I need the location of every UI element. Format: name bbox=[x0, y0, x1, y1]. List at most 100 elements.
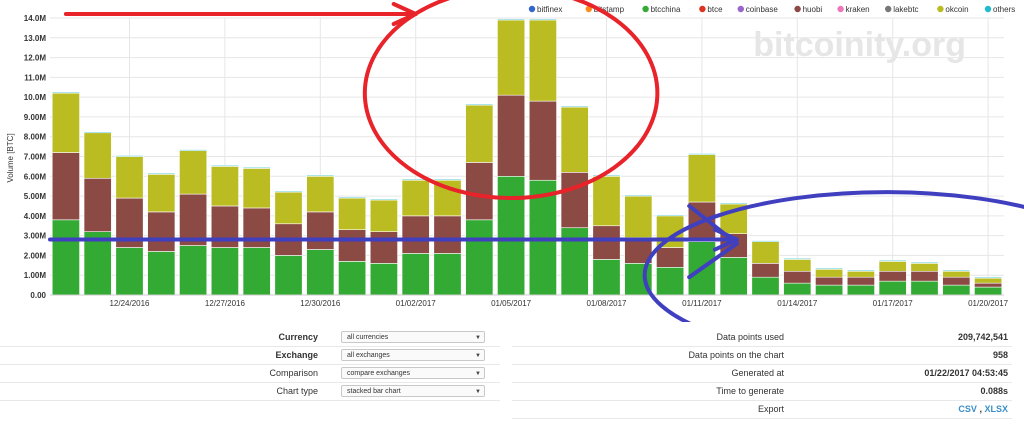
chevron-down-icon: ▼ bbox=[475, 335, 481, 341]
x-tick-label: 01/17/2017 bbox=[873, 299, 914, 308]
bar-segment-others bbox=[210, 165, 239, 167]
bar-segment-okcoin bbox=[910, 263, 939, 272]
chart-type-select-value: stacked bar chart bbox=[347, 388, 401, 395]
chart-type-select[interactable]: stacked bar chart ▼ bbox=[341, 385, 485, 397]
x-tick-label: 12/24/2016 bbox=[109, 299, 150, 308]
chevron-down-icon: ▼ bbox=[475, 353, 481, 359]
bar-segment-huobi bbox=[51, 152, 80, 221]
bar-segment-btcchina bbox=[497, 175, 526, 296]
exchange-label: Exchange bbox=[275, 350, 318, 360]
bar-segment-btcchina bbox=[942, 284, 971, 296]
legend-dot bbox=[737, 5, 744, 13]
bar-segment-huobi bbox=[974, 282, 1003, 288]
bar-segment-btcchina bbox=[147, 251, 176, 296]
export-xlsx-link[interactable]: XLSX bbox=[984, 404, 1008, 414]
bar-segment-others bbox=[656, 214, 685, 217]
info-generated-at: Generated at 01/22/2017 04:53:45 bbox=[512, 365, 1012, 383]
bar-segment-okcoin bbox=[115, 156, 144, 199]
bar-segment-btcchina bbox=[51, 219, 80, 296]
legend-label: lakebtc bbox=[893, 5, 918, 14]
bar-segment-okcoin bbox=[401, 179, 430, 217]
x-tick-label: 01/11/2017 bbox=[682, 299, 722, 308]
data-points-used-value: 209,742,541 bbox=[957, 332, 1008, 342]
bar-segment-others bbox=[51, 91, 80, 94]
info-time-to-generate: Time to generate 0.088s bbox=[512, 383, 1012, 401]
bar-segment-others bbox=[846, 269, 875, 272]
legend-label: okcoin bbox=[945, 5, 968, 14]
bar-segment-btcchina bbox=[592, 259, 621, 296]
y-tick-label: 11.0M bbox=[24, 73, 46, 82]
bar-segment-okcoin bbox=[242, 168, 271, 209]
export-links: CSV , XLSX bbox=[958, 404, 1008, 414]
y-tick-label: 7.00M bbox=[24, 153, 47, 162]
generated-at-label: Generated at bbox=[731, 368, 784, 378]
bar-segment-okcoin bbox=[179, 150, 208, 195]
y-tick-label: 10.0M bbox=[24, 93, 47, 102]
bar-segment-huobi bbox=[433, 215, 462, 254]
info-data-points-chart: Data points on the chart 958 bbox=[512, 347, 1012, 365]
bar-segment-others bbox=[83, 131, 112, 134]
bar-segment-okcoin bbox=[687, 154, 716, 203]
y-tick-label: 0.00 bbox=[30, 291, 46, 300]
bar-segment-btcchina bbox=[656, 266, 685, 296]
legend-label: kraken bbox=[846, 5, 870, 14]
bar-segment-others bbox=[751, 240, 780, 242]
bar-segment-huobi bbox=[83, 177, 112, 232]
x-tick-label: 01/08/2017 bbox=[586, 299, 627, 308]
currency-label: Currency bbox=[278, 332, 318, 342]
y-axis-label: Volume [BTC] bbox=[6, 133, 15, 182]
currency-select[interactable]: all currencies ▼ bbox=[341, 331, 485, 343]
legend-label: btce bbox=[707, 5, 723, 14]
legend-dot bbox=[984, 5, 992, 13]
bar-segment-btcchina bbox=[115, 247, 144, 296]
x-tick-label: 12/27/2016 bbox=[205, 299, 246, 308]
legend-dot bbox=[885, 5, 892, 13]
bar-segment-btcchina bbox=[401, 253, 430, 296]
bar-segment-btcchina bbox=[433, 253, 462, 296]
legend-dot bbox=[837, 5, 844, 13]
info-data-points-used: Data points used 209,742,541 bbox=[512, 329, 1012, 347]
bar-segment-huobi bbox=[242, 207, 271, 248]
legend-dot bbox=[642, 5, 649, 13]
generated-at-value: 01/22/2017 04:53:45 bbox=[924, 368, 1008, 378]
bar-segment-btcchina bbox=[465, 219, 494, 296]
bar-segment-btcchina bbox=[974, 286, 1003, 296]
time-to-generate-label: Time to generate bbox=[716, 386, 784, 396]
y-tick-label: 12.0M bbox=[24, 54, 47, 63]
bar-segment-others bbox=[783, 258, 812, 260]
export-csv-link[interactable]: CSV bbox=[958, 404, 977, 414]
legend-label: coinbase bbox=[746, 5, 779, 14]
bar-segment-huobi bbox=[465, 162, 494, 221]
setting-chart-type: Chart type stacked bar chart ▼ bbox=[0, 383, 500, 401]
comparison-select-value: compare exchanges bbox=[347, 370, 411, 377]
bar-segment-huobi bbox=[815, 276, 844, 286]
setting-exchange: Exchange all exchanges ▼ bbox=[0, 347, 500, 365]
bar-segment-huobi bbox=[497, 94, 526, 177]
bar-segment-okcoin bbox=[815, 268, 844, 278]
y-tick-label: 4.00M bbox=[24, 212, 47, 221]
bar-segment-huobi bbox=[656, 247, 685, 268]
export-label: Export bbox=[757, 404, 784, 414]
bar-segment-huobi bbox=[910, 270, 939, 282]
y-tick-label: 8.00M bbox=[24, 133, 47, 142]
bar-segment-btcchina bbox=[306, 249, 335, 296]
bar-segment-okcoin bbox=[560, 106, 589, 173]
comparison-select[interactable]: compare exchanges ▼ bbox=[341, 367, 485, 379]
exchange-select[interactable]: all exchanges ▼ bbox=[341, 349, 485, 361]
bar-segment-others bbox=[497, 18, 526, 21]
y-tick-label: 14.0M bbox=[24, 14, 47, 23]
bar-segment-others bbox=[242, 167, 271, 169]
chart-type-label: Chart type bbox=[276, 386, 318, 396]
setting-comparison: Comparison compare exchanges ▼ bbox=[0, 365, 500, 383]
bar-segment-btcchina bbox=[210, 247, 239, 296]
bar-segment-okcoin bbox=[751, 241, 780, 264]
bar-segment-okcoin bbox=[274, 191, 303, 225]
bar-segment-btcchina bbox=[242, 247, 271, 296]
bar-segment-okcoin bbox=[83, 132, 112, 179]
bar-segment-okcoin bbox=[147, 174, 176, 213]
bar-segment-huobi bbox=[306, 211, 335, 250]
legend-label: others bbox=[993, 5, 1015, 14]
comparison-label: Comparison bbox=[269, 368, 318, 378]
y-tick-label: 13.0M bbox=[24, 34, 47, 43]
bar-segment-okcoin bbox=[783, 259, 812, 272]
